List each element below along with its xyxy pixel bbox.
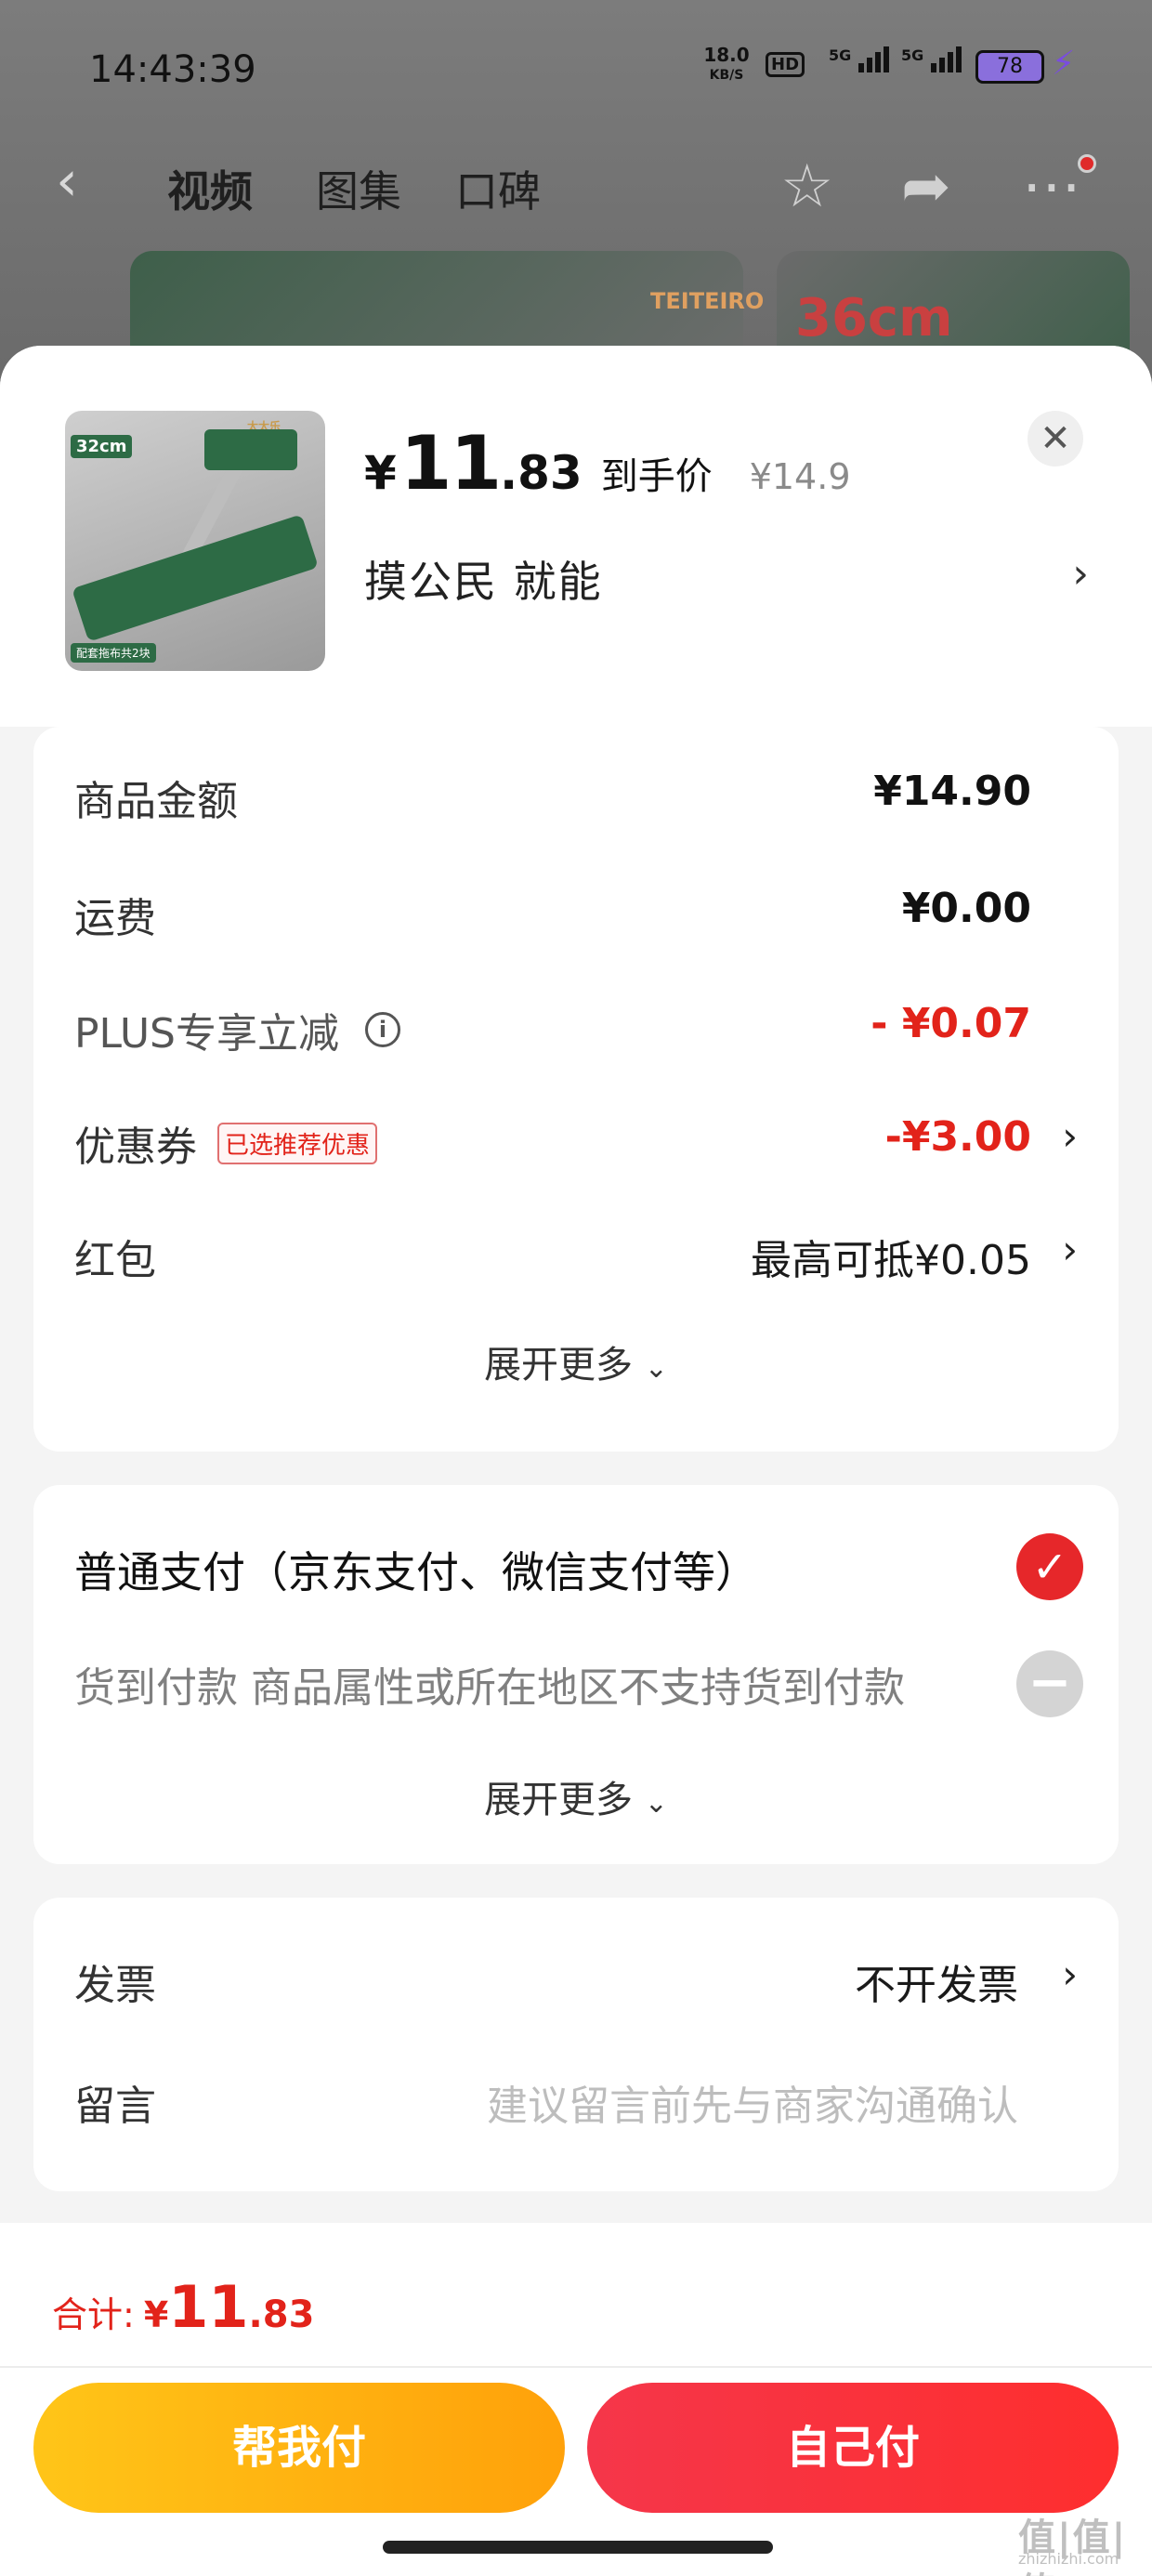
sheet-header: 32cm 太太乐 配套拖布共2块 ¥ 11 .83 到手价 ¥14.9 ✕ 摸公… [0, 346, 1152, 727]
more-icon[interactable]: ⋯ [1022, 152, 1081, 221]
chevron-right-icon: › [1062, 1113, 1078, 1159]
message-input[interactable]: 建议留言前先与商家沟通确认 [487, 2072, 1018, 2132]
price-integer: 11 [399, 420, 502, 506]
self-pay-button[interactable]: 自己付 [587, 2383, 1119, 2513]
status-time: 14:43:39 [89, 48, 256, 91]
original-price: ¥14.9 [749, 456, 851, 497]
close-button[interactable]: ✕ [1028, 411, 1083, 467]
invoice-message-card: 发票 不开发票 › 留言 建议留言前先与商家沟通确认 [33, 1898, 1119, 2191]
summary-row-coupon[interactable]: 优惠券 已选推荐优惠 -¥3.00 › [74, 1104, 1078, 1171]
hd-icon: HD [766, 52, 805, 77]
signal-5g-icon: 5G [829, 46, 892, 72]
payment-option-cod: 货到付款 商品属性或所在地区不支持货到付款 [74, 1664, 905, 1712]
payment-method-card: 普通支付（京东支付、微信支付等） ✓ 货到付款 商品属性或所在地区不支持货到付款… [33, 1485, 1119, 1864]
notification-dot [1078, 154, 1096, 173]
share-icon[interactable]: ➦ [901, 152, 951, 221]
favorite-star-icon[interactable]: ☆ [780, 152, 833, 221]
help-pay-button[interactable]: 帮我付 [33, 2383, 565, 2513]
summary-row-plus: PLUS专享立减 i - ¥0.07 [74, 1000, 1031, 1058]
divider [0, 2366, 1152, 2368]
charging-icon: ⚡ [1052, 45, 1076, 83]
chevron-down-icon: ⌄ [644, 1352, 668, 1385]
chevron-down-icon: ⌄ [644, 1787, 668, 1820]
status-bar: 14:43:39 18.0 KB/S HD 5G 5G 78 ⚡ [0, 37, 1152, 102]
price-summary-card: 商品金额 ¥14.90 运费 ¥0.00 PLUS专享立减 i - ¥0.07 … [33, 727, 1119, 1452]
back-icon[interactable]: ‹ [56, 149, 78, 214]
summary-row-goods: 商品金额 ¥14.90 [74, 768, 1031, 825]
invoice-row[interactable]: 发票 不开发票 › [74, 1942, 1078, 2009]
chevron-right-icon: › [1062, 1227, 1078, 1272]
signal-5g-icon-2: 5G [901, 46, 964, 72]
price-row: ¥ 11 .83 到手价 ¥14.9 [364, 420, 851, 506]
price-decimal: .83 [500, 446, 583, 500]
expand-more-payment[interactable]: 展开更多 ⌄ [33, 1769, 1119, 1823]
total-price: 合计: ¥ 11 .83 [52, 2273, 315, 2341]
checkmark-icon[interactable]: ✓ [1016, 1533, 1083, 1600]
summary-row-shipping: 运费 ¥0.00 [74, 885, 1031, 942]
spec-selector[interactable]: 摸公民 就能 › [364, 548, 1089, 607]
disabled-minus-icon: − [1016, 1650, 1083, 1717]
watermark-url: zhizhizhi.com [1018, 2550, 1119, 2568]
info-icon[interactable]: i [365, 1012, 400, 1047]
chevron-right-icon: › [1072, 550, 1089, 598]
expand-more-summary[interactable]: 展开更多 ⌄ [33, 1334, 1119, 1388]
spec-text: 摸公民 就能 [364, 557, 603, 607]
payment-option-normal[interactable]: 普通支付（京东支付、微信支付等） [74, 1539, 758, 1600]
final-price-label: 到手价 [600, 455, 713, 498]
network-speed: 18.0 KB/S [703, 44, 750, 83]
home-indicator[interactable] [383, 2541, 773, 2554]
product-nav-bar: ‹ 视频 图集 口碑 ☆ ➦ ⋯ [37, 130, 1115, 242]
chevron-right-icon: › [1062, 1952, 1078, 1997]
product-image: 32cm 太太乐 配套拖布共2块 [65, 411, 325, 671]
tab-gallery[interactable]: 图集 [316, 158, 401, 219]
tab-video[interactable]: 视频 [167, 158, 253, 219]
close-icon: ✕ [1040, 417, 1071, 460]
checkout-footer: 合计: ¥ 11 .83 帮我付 自己付 值|值|值 zhizhizhi.com [0, 2223, 1152, 2576]
coupon-tag: 已选推荐优惠 [217, 1122, 378, 1164]
tab-reviews[interactable]: 口碑 [455, 158, 541, 219]
battery-icon: 78 [975, 50, 1044, 84]
summary-row-red-packet[interactable]: 红包 最高可抵¥0.05 › [74, 1217, 1078, 1284]
background-product-page: 14:43:39 18.0 KB/S HD 5G 5G 78 ⚡ ‹ 视频 图集… [0, 0, 1152, 390]
message-row[interactable]: 留言 建议留言前先与商家沟通确认 [74, 2063, 1078, 2130]
